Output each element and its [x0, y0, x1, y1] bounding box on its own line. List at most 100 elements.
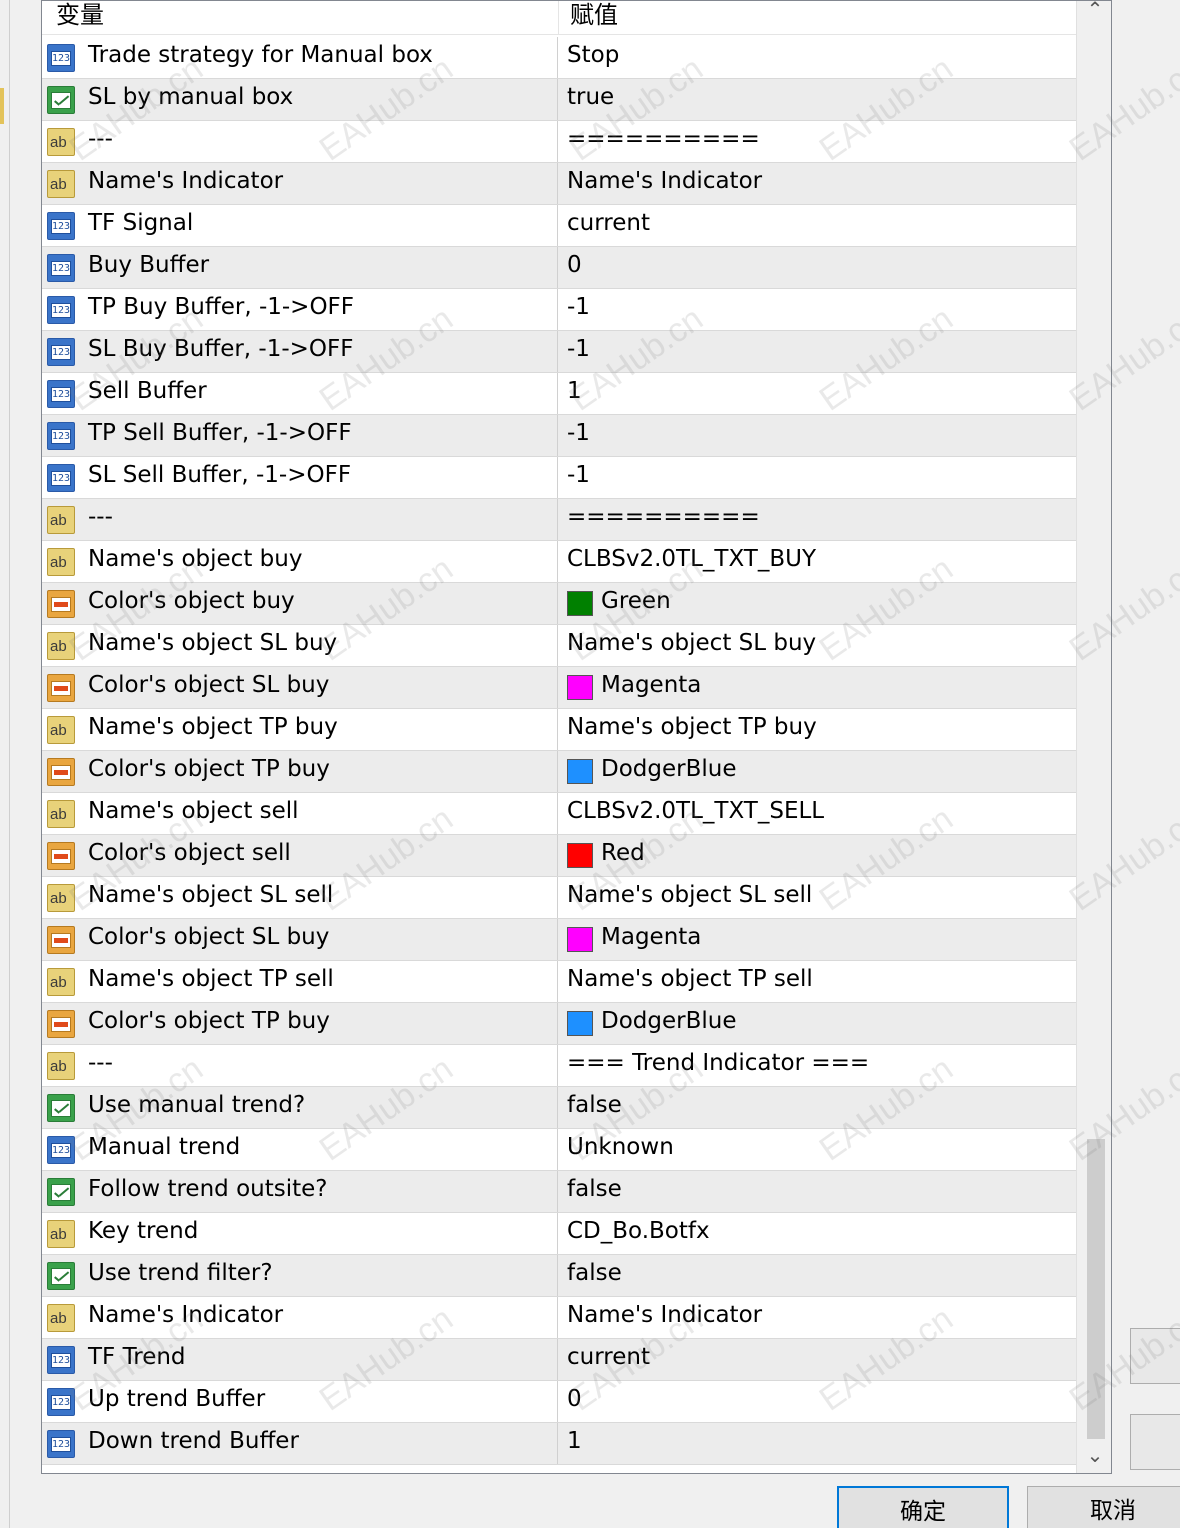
value-cell[interactable]: current — [559, 205, 1076, 246]
variable-cell[interactable]: ab Name's object TP sell — [42, 961, 558, 1002]
table-row[interactable]: ab Name's Indicator Name's Indicator — [42, 1297, 1076, 1339]
table-row[interactable]: 123 TP Buy Buffer, -1->OFF -1 — [42, 289, 1076, 331]
variable-cell[interactable]: SL by manual box — [42, 79, 558, 120]
table-row[interactable]: Color's object TP buy DodgerBlue — [42, 751, 1076, 793]
table-row[interactable]: Color's object SL buy Magenta — [42, 667, 1076, 709]
table-row[interactable]: ab Name's object sell CLBSv2.0TL_TXT_SELL — [42, 793, 1076, 835]
value-cell[interactable]: Name's object TP sell — [559, 961, 1076, 1002]
table-row[interactable]: ab --- ========== — [42, 499, 1076, 541]
variable-cell[interactable]: Color's object SL buy — [42, 919, 558, 960]
value-cell[interactable]: ========== — [559, 121, 1076, 162]
value-cell[interactable]: -1 — [559, 289, 1076, 330]
variable-cell[interactable]: Use manual trend? — [42, 1087, 558, 1128]
variable-cell[interactable]: ab Name's object sell — [42, 793, 558, 834]
table-row[interactable]: Color's object SL buy Magenta — [42, 919, 1076, 961]
variable-cell[interactable]: 123 TP Sell Buffer, -1->OFF — [42, 415, 558, 456]
table-row[interactable]: ab Key trend CD_Bo.Botfx — [42, 1213, 1076, 1255]
value-cell[interactable]: Name's object SL sell — [559, 877, 1076, 918]
variable-cell[interactable]: Color's object buy — [42, 583, 558, 624]
value-cell[interactable]: DodgerBlue — [559, 1003, 1076, 1044]
header-value[interactable]: 赋值 — [570, 1, 618, 30]
variable-cell[interactable]: Color's object SL buy — [42, 667, 558, 708]
table-row[interactable]: 123 Manual trend Unknown — [42, 1129, 1076, 1171]
value-cell[interactable]: 1 — [559, 373, 1076, 414]
value-cell[interactable]: Name's object SL buy — [559, 625, 1076, 666]
variable-cell[interactable]: ab Name's object buy — [42, 541, 558, 582]
variable-cell[interactable]: Color's object TP buy — [42, 751, 558, 792]
variable-cell[interactable]: ab Name's object TP buy — [42, 709, 558, 750]
variable-cell[interactable]: 123 Up trend Buffer — [42, 1381, 558, 1422]
value-cell[interactable]: ========== — [559, 499, 1076, 540]
variable-cell[interactable]: ab Name's Indicator — [42, 1297, 558, 1338]
table-row[interactable]: ab --- === Trend Indicator === — [42, 1045, 1076, 1087]
table-row[interactable]: Use trend filter? false — [42, 1255, 1076, 1297]
table-row[interactable]: 123 SL Buy Buffer, -1->OFF -1 — [42, 331, 1076, 373]
value-cell[interactable]: Name's object TP buy — [559, 709, 1076, 750]
table-row[interactable]: Color's object sell Red — [42, 835, 1076, 877]
table-row[interactable]: 123 Up trend Buffer 0 — [42, 1381, 1076, 1423]
vertical-scrollbar[interactable]: ⌃ ⌄ — [1076, 1, 1111, 1473]
value-cell[interactable]: Magenta — [559, 667, 1076, 708]
value-cell[interactable]: true — [559, 79, 1076, 120]
table-row[interactable]: ab Name's object SL sell Name's object SL … — [42, 877, 1076, 919]
table-row[interactable]: 123 TF Signal current — [42, 205, 1076, 247]
table-row[interactable]: 123 Sell Buffer 1 — [42, 373, 1076, 415]
value-cell[interactable]: Green — [559, 583, 1076, 624]
table-row[interactable]: 123 TP Sell Buffer, -1->OFF -1 — [42, 415, 1076, 457]
variable-cell[interactable]: ab Key trend — [42, 1213, 558, 1254]
value-cell[interactable]: -1 — [559, 457, 1076, 498]
variable-cell[interactable]: 123 TF Signal — [42, 205, 558, 246]
table-row[interactable]: Color's object TP buy DodgerBlue — [42, 1003, 1076, 1045]
table-row[interactable]: Follow trend outsite? false — [42, 1171, 1076, 1213]
variable-cell[interactable]: ab Name's object SL sell — [42, 877, 558, 918]
table-row[interactable]: ab Name's Indicator Name's Indicator — [42, 163, 1076, 205]
variable-cell[interactable]: Use trend filter? — [42, 1255, 558, 1296]
table-row[interactable]: 123 Buy Buffer 0 — [42, 247, 1076, 289]
scroll-up-icon[interactable]: ⌃ — [1077, 1, 1111, 27]
value-cell[interactable]: Magenta — [559, 919, 1076, 960]
table-row[interactable]: ab Name's object SL buy Name's object SL b… — [42, 625, 1076, 667]
variable-cell[interactable]: 123 Trade strategy for Manual box — [42, 37, 558, 78]
value-cell[interactable]: -1 — [559, 415, 1076, 456]
value-cell[interactable]: CLBSv2.0TL_TXT_BUY — [559, 541, 1076, 582]
variable-cell[interactable]: Follow trend outsite? — [42, 1171, 558, 1212]
variable-cell[interactable]: 123 SL Buy Buffer, -1->OFF — [42, 331, 558, 372]
side-button-1[interactable] — [1130, 1328, 1180, 1384]
value-cell[interactable]: false — [559, 1087, 1076, 1128]
variable-cell[interactable]: 123 SL Sell Buffer, -1->OFF — [42, 457, 558, 498]
variable-cell[interactable]: 123 Manual trend — [42, 1129, 558, 1170]
variable-cell[interactable]: 123 Down trend Buffer — [42, 1423, 558, 1464]
side-button-2[interactable] — [1130, 1414, 1180, 1470]
value-cell[interactable]: false — [559, 1255, 1076, 1296]
cancel-button[interactable]: 取消 — [1027, 1486, 1180, 1528]
value-cell[interactable]: Red — [559, 835, 1076, 876]
value-cell[interactable]: Name's Indicator — [559, 1297, 1076, 1338]
variable-cell[interactable]: 123 Sell Buffer — [42, 373, 558, 414]
variable-cell[interactable]: ab --- — [42, 499, 558, 540]
table-row[interactable]: 123 Down trend Buffer 1 — [42, 1423, 1076, 1465]
value-cell[interactable]: === Trend Indicator === — [559, 1045, 1076, 1086]
value-cell[interactable]: CD_Bo.Botfx — [559, 1213, 1076, 1254]
value-cell[interactable]: false — [559, 1171, 1076, 1212]
variable-cell[interactable]: Color's object TP buy — [42, 1003, 558, 1044]
table-row[interactable]: 123 SL Sell Buffer, -1->OFF -1 — [42, 457, 1076, 499]
variable-cell[interactable]: 123 TP Buy Buffer, -1->OFF — [42, 289, 558, 330]
scroll-down-icon[interactable]: ⌄ — [1077, 1437, 1111, 1473]
variable-cell[interactable]: 123 Buy Buffer — [42, 247, 558, 288]
variable-cell[interactable]: ab --- — [42, 1045, 558, 1086]
scroll-thumb[interactable] — [1087, 1139, 1105, 1439]
header-variable[interactable]: 变量 — [56, 1, 104, 30]
value-cell[interactable]: Stop — [559, 37, 1076, 78]
variable-cell[interactable]: ab --- — [42, 121, 558, 162]
table-row[interactable]: SL by manual box true — [42, 79, 1076, 121]
table-row[interactable]: ab Name's object TP sell Name's object TP … — [42, 961, 1076, 1003]
table-row[interactable]: ab Name's object buy CLBSv2.0TL_TXT_BUY — [42, 541, 1076, 583]
value-cell[interactable]: current — [559, 1339, 1076, 1380]
value-cell[interactable]: 0 — [559, 247, 1076, 288]
variable-cell[interactable]: ab Name's object SL buy — [42, 625, 558, 666]
value-cell[interactable]: Unknown — [559, 1129, 1076, 1170]
value-cell[interactable]: 0 — [559, 1381, 1076, 1422]
value-cell[interactable]: 1 — [559, 1423, 1076, 1464]
variable-cell[interactable]: 123 TF Trend — [42, 1339, 558, 1380]
table-row[interactable]: ab Name's object TP buy Name's object TP b… — [42, 709, 1076, 751]
